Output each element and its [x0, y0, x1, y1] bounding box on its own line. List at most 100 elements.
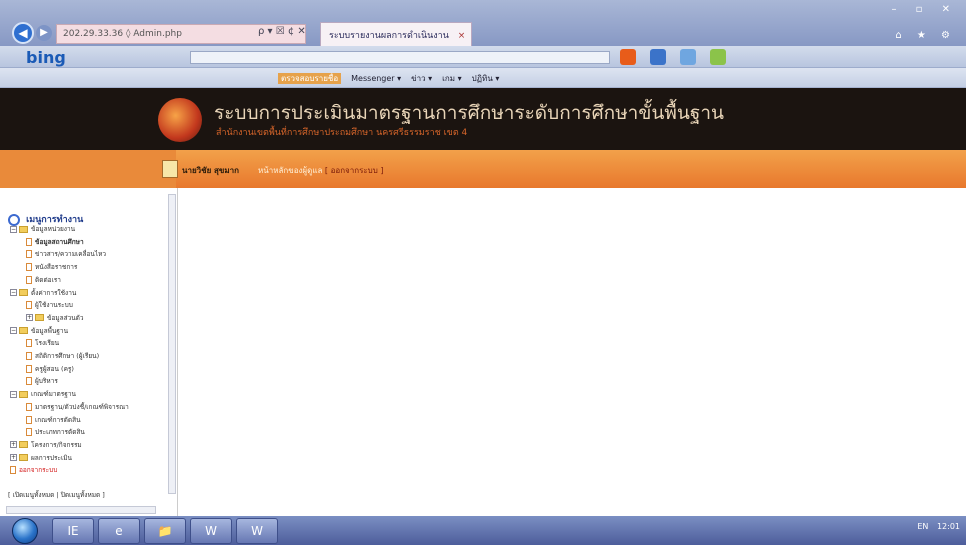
menu-item-label: ครูผู้สอน (ครู) [35, 364, 74, 373]
left-nav-panel: เมนูการทำงาน − ข้อมูลหน่วยงาน ข้อมูลสถานศึ… [0, 188, 178, 516]
start-button[interactable] [12, 518, 38, 544]
expand-collapse-links[interactable]: [ เปิดเมนูทั้งหมด | ปิดเมนูทั้งหมด ] [8, 490, 105, 500]
menu-item-label: โครงการ/กิจกรรม [31, 440, 82, 449]
menu-item[interactable]: ประเภทการตัดสิน [26, 427, 85, 437]
menu-item[interactable]: โรงเรียน [26, 338, 59, 348]
menu-folder[interactable]: − ข้อมูลพื้นฐาน [10, 326, 68, 336]
menu-item[interactable]: ครูผู้สอน (ครู) [26, 364, 74, 374]
menu-item-label: ข้อมูลสถานศึกษา [35, 237, 84, 246]
document-icon [26, 339, 32, 348]
menu-item-label: ผู้ใช้งานระบบ [35, 301, 73, 310]
settings-icon[interactable] [710, 49, 726, 65]
forward-button[interactable]: ▶ [36, 25, 52, 41]
expand-icon[interactable]: + [10, 441, 17, 449]
bing-logo: bing [26, 48, 66, 67]
menu-folder[interactable]: − เกณฑ์มาตรฐาน [10, 389, 76, 399]
folder-icon [19, 454, 28, 462]
tab-close-icon[interactable]: × [458, 31, 466, 41]
left-panel-scrollbar[interactable] [168, 194, 176, 494]
taskbar: IE e 📁 W W EN 12:01 [0, 516, 966, 545]
favorites-item[interactable]: เกม ▾ [442, 74, 461, 83]
bing-toolbar: bing [0, 46, 966, 68]
bing-tool-icon[interactable] [620, 49, 636, 65]
menu-item[interactable]: สถิติการศึกษา (ผู้เรียน) [26, 351, 99, 361]
menu-item[interactable]: ผู้ใช้งานระบบ [26, 300, 73, 310]
logout-link[interactable]: [ ออกจากระบบ ] [325, 166, 384, 175]
site-title: ระบบการประเมินมาตรฐานการศึกษาระดับการศึก… [214, 102, 724, 124]
favorites-items: ตรวจสอบรายชื่อ Messenger ▾ ข่าว ▾ เกม ▾ ปฏิท… [278, 72, 509, 85]
taskbar-app-button[interactable]: IE [52, 518, 94, 544]
document-icon [26, 402, 32, 411]
document-icon [26, 377, 32, 386]
taskbar-app-button[interactable]: e [98, 518, 140, 544]
menu-folder[interactable]: + ผลการประเมิน [10, 453, 72, 463]
menu-item-label: ข้อมูลพื้นฐาน [31, 326, 69, 335]
folder-icon [19, 289, 28, 296]
left-panel-hscrollbar[interactable] [6, 506, 156, 514]
taskbar-app-button[interactable]: W [190, 518, 232, 544]
collapse-icon[interactable]: − [10, 327, 17, 335]
address-controls[interactable]: ρ ▾ ☒ ¢ ✕ [258, 26, 306, 37]
user-status: หน้าหลักของผู้ดูแล [ ออกจากระบบ ] [258, 164, 383, 177]
system-tray: EN 12:01 [911, 522, 960, 531]
favorites-item[interactable]: Messenger ▾ [351, 74, 401, 83]
menu-item[interactable]: เกณฑ์การตัดสิน [26, 415, 81, 425]
favorites-bar: ตรวจสอบรายชื่อ Messenger ▾ ข่าว ▾ เกม ▾ ปฏิท… [0, 68, 966, 88]
menu-item-label: ประเภทการตัดสิน [35, 428, 85, 437]
site-header: ระบบการประเมินมาตรฐานการศึกษาระดับการศึก… [0, 88, 966, 150]
favorites-item[interactable]: ปฏิทิน ▾ [472, 74, 500, 83]
tray-clock[interactable]: 12:01 [937, 522, 960, 531]
back-button[interactable]: ◀ [12, 22, 34, 44]
document-icon [26, 275, 32, 284]
menu-item[interactable]: ติดต่อเรา [26, 275, 61, 285]
browser-tools-icons[interactable]: ⌂ ★ ⚙ [895, 30, 956, 41]
menu-item-label: ผู้บริหาร [35, 377, 58, 386]
expand-icon[interactable]: + [10, 454, 17, 462]
menu-item-label: เกณฑ์มาตรฐาน [31, 390, 76, 399]
menu-item[interactable]: ข้อมูลสถานศึกษา [26, 237, 84, 247]
like-icon[interactable] [650, 49, 666, 65]
menu-folder[interactable]: + ข้อมูลส่วนตัว [26, 313, 84, 323]
menu-folder[interactable]: + โครงการ/กิจกรรม [10, 440, 82, 450]
folder-icon [35, 314, 44, 322]
favorites-item[interactable]: ตรวจสอบรายชื่อ [278, 73, 342, 84]
share-icon[interactable] [680, 49, 696, 65]
menu-item-label: ตั้งค่าการใช้งาน [31, 288, 77, 297]
user-status-text: หน้าหลักของผู้ดูแล [258, 166, 323, 175]
window-controls[interactable]: – ▫ ✕ [891, 4, 958, 15]
taskbar-app-button[interactable]: W [236, 518, 278, 544]
menu-item-label: ข่าวสาร/ความเคลื่อนไหว [35, 250, 107, 259]
menu-item[interactable]: มาตรฐาน/ตัวบ่งชี้/เกณฑ์พิจารณา [26, 402, 129, 412]
collapse-icon[interactable]: − [10, 289, 17, 296]
tray-lang[interactable]: EN [917, 522, 928, 531]
favorites-item[interactable]: ข่าว ▾ [411, 74, 432, 83]
menu-item[interactable]: ออกจากระบบ [10, 465, 57, 475]
document-icon [26, 415, 32, 424]
menu-item[interactable]: หนังสือราชการ [26, 262, 77, 272]
document-icon [26, 364, 32, 373]
menu-folder[interactable]: − ข้อมูลหน่วยงาน [10, 224, 75, 234]
folder-icon [19, 390, 28, 398]
expand-icon[interactable]: + [26, 314, 33, 322]
collapse-icon[interactable]: − [10, 225, 17, 233]
main-content [178, 188, 966, 516]
menu-folder[interactable]: − ตั้งค่าการใช้งาน [10, 288, 76, 298]
bing-search-input[interactable] [190, 51, 610, 64]
folder-icon [19, 327, 28, 335]
menu-item-label: ออกจากระบบ [19, 466, 58, 475]
menu-item-label: มาตรฐาน/ตัวบ่งชี้/เกณฑ์พิจารณา [35, 402, 129, 411]
menu-item-label: ข้อมูลหน่วยงาน [31, 225, 76, 233]
taskbar-app-button[interactable]: 📁 [144, 518, 186, 544]
document-icon [26, 352, 32, 360]
collapse-icon[interactable]: − [10, 390, 17, 398]
document-icon [26, 250, 32, 259]
menu-item-label: สถิติการศึกษา (ผู้เรียน) [35, 352, 100, 360]
folder-icon [19, 441, 28, 449]
document-icon [26, 428, 32, 437]
browser-tab-active[interactable]: ระบบรายงานผลการดำเนินงาน × [320, 22, 472, 46]
document-icon [26, 237, 32, 246]
site-logo-icon [158, 98, 202, 142]
menu-item[interactable]: ข่าวสาร/ความเคลื่อนไหว [26, 249, 106, 259]
site-subtitle: สำนักงานเขตพื้นที่การศึกษาประถมศึกษา นคร… [216, 128, 468, 138]
menu-item[interactable]: ผู้บริหาร [26, 376, 58, 386]
